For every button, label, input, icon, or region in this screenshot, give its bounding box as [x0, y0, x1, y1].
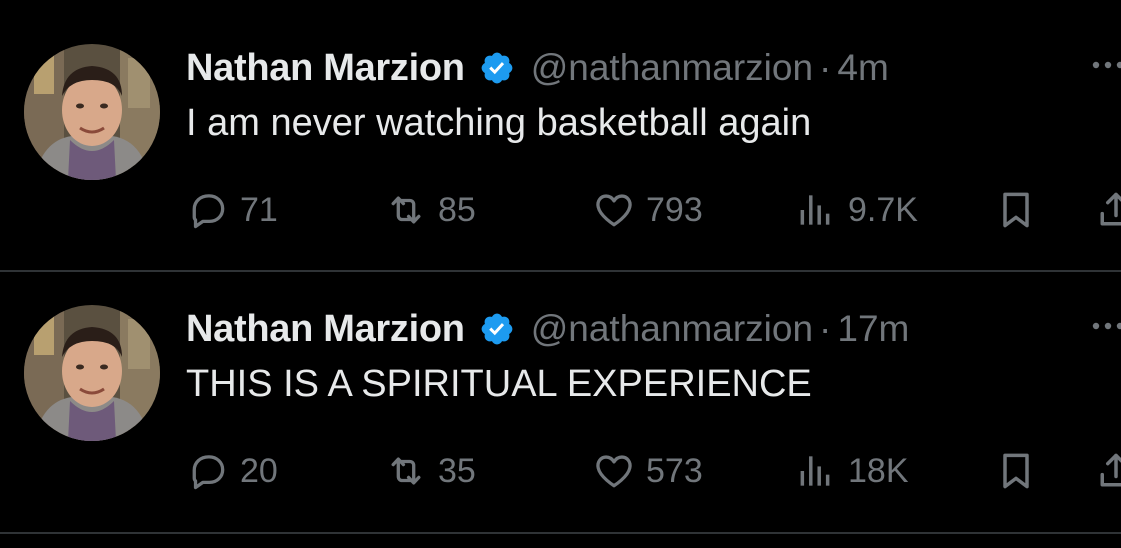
retweet-count: 35: [438, 451, 476, 490]
tweet-header: Nathan Marzion @nathanmarzion · 4m: [186, 42, 889, 94]
like-button[interactable]: 793: [592, 186, 703, 234]
heart-icon: [592, 449, 636, 493]
share-button[interactable]: [1094, 447, 1121, 495]
separator-dot: ·: [819, 308, 832, 349]
heart-icon: [592, 188, 636, 232]
timestamp[interactable]: 4m: [837, 47, 888, 89]
tweet[interactable]: Nathan Marzion @nathanmarzion · 17m THIS…: [0, 271, 1121, 531]
bookmark-icon: [994, 188, 1038, 232]
verified-badge-icon: [479, 50, 515, 86]
timestamp[interactable]: 17m: [837, 308, 909, 350]
retweet-button[interactable]: 35: [384, 447, 476, 495]
bookmark-icon: [994, 449, 1038, 493]
tweet-text: I am never watching basketball again: [186, 102, 812, 144]
share-button[interactable]: [1094, 186, 1121, 234]
retweet-count: 85: [438, 190, 476, 229]
tweet[interactable]: Nathan Marzion @nathanmarzion · 4m I am …: [0, 10, 1121, 270]
views-button[interactable]: 18K: [794, 447, 909, 495]
retweet-icon: [384, 188, 428, 232]
views-count: 18K: [848, 451, 909, 490]
bookmark-button[interactable]: [994, 186, 1038, 234]
reply-icon: [186, 188, 230, 232]
reply-button[interactable]: 71: [186, 186, 278, 234]
like-button[interactable]: 573: [592, 447, 703, 495]
verified-badge-icon: [479, 311, 515, 347]
avatar[interactable]: [24, 305, 160, 441]
reply-button[interactable]: 20: [186, 447, 278, 495]
more-dots-icon[interactable]: [1090, 50, 1121, 80]
separator-dot: ·: [819, 47, 832, 88]
tweet-divider: [0, 532, 1121, 534]
more-dots-icon[interactable]: [1090, 311, 1121, 341]
author-handle[interactable]: @nathanmarzion: [531, 308, 813, 350]
reply-icon: [186, 449, 230, 493]
author-name[interactable]: Nathan Marzion: [186, 47, 465, 90]
retweet-icon: [384, 449, 428, 493]
avatar[interactable]: [24, 44, 160, 180]
share-icon: [1094, 449, 1121, 493]
like-count: 793: [646, 190, 703, 229]
views-count: 9.7K: [848, 190, 918, 229]
retweet-button[interactable]: 85: [384, 186, 476, 234]
views-chart-icon: [794, 188, 838, 232]
reply-count: 20: [240, 451, 278, 490]
views-button[interactable]: 9.7K: [794, 186, 918, 234]
like-count: 573: [646, 451, 703, 490]
author-name[interactable]: Nathan Marzion: [186, 308, 465, 351]
author-handle[interactable]: @nathanmarzion: [531, 47, 813, 89]
tweet-header: Nathan Marzion @nathanmarzion · 17m: [186, 303, 909, 355]
views-chart-icon: [794, 449, 838, 493]
reply-count: 71: [240, 190, 278, 229]
bookmark-button[interactable]: [994, 447, 1038, 495]
tweet-text: THIS IS A SPIRITUAL EXPERIENCE: [186, 363, 812, 405]
share-icon: [1094, 188, 1121, 232]
